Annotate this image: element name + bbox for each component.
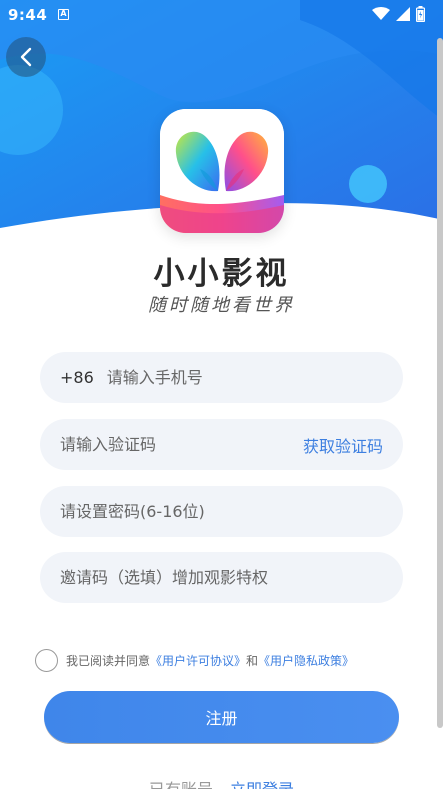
- invite-code-field[interactable]: [40, 552, 403, 603]
- phone-input[interactable]: [106, 368, 383, 387]
- verification-code-field[interactable]: 获取验证码: [40, 419, 403, 470]
- app-name: 小小影视: [153, 256, 290, 292]
- app-logo: [160, 109, 284, 233]
- verification-code-input[interactable]: [60, 435, 303, 454]
- scrollbar[interactable]: [437, 38, 443, 728]
- battery-icon: [416, 6, 425, 22]
- agreement-row: 我已阅读并同意 《用户许可协议》 和 《用户隐私政策》: [35, 648, 354, 672]
- invite-code-input[interactable]: [60, 568, 383, 587]
- country-code-prefix[interactable]: +86: [60, 368, 94, 387]
- cellular-signal-icon: [396, 7, 410, 21]
- user-license-link[interactable]: 《用户许可协议》: [150, 652, 246, 669]
- notification-a-icon: A: [58, 9, 69, 20]
- app-slogan: 随时随地看世界: [148, 295, 295, 316]
- login-link[interactable]: 立即登录: [230, 780, 294, 789]
- login-prompt: 已有账号: [149, 780, 213, 789]
- password-field[interactable]: [40, 486, 403, 537]
- password-input[interactable]: [60, 502, 383, 521]
- chevron-left-icon: [20, 47, 32, 67]
- privacy-policy-link[interactable]: 《用户隐私政策》: [258, 652, 354, 669]
- phone-field[interactable]: +86: [40, 352, 403, 403]
- register-button[interactable]: 注册: [44, 691, 399, 743]
- status-icons: [372, 6, 425, 22]
- butterfly-logo-icon: [160, 109, 284, 233]
- get-code-button[interactable]: 获取验证码: [303, 433, 383, 457]
- agreement-and: 和: [246, 653, 259, 668]
- back-button[interactable]: [6, 37, 46, 77]
- agreement-checkbox[interactable]: [35, 648, 58, 672]
- agreement-prefix: 我已阅读并同意: [66, 653, 151, 668]
- status-bar: 9:44 A: [0, 0, 443, 30]
- wifi-icon: [372, 7, 390, 20]
- login-row: 已有账号 立即登录: [0, 776, 443, 789]
- register-screen: 9:44 A 小小影视 随时随地看世界 +86 请输入手机号 请输入验证码 获取…: [0, 0, 443, 789]
- status-time: 9:44: [8, 6, 48, 24]
